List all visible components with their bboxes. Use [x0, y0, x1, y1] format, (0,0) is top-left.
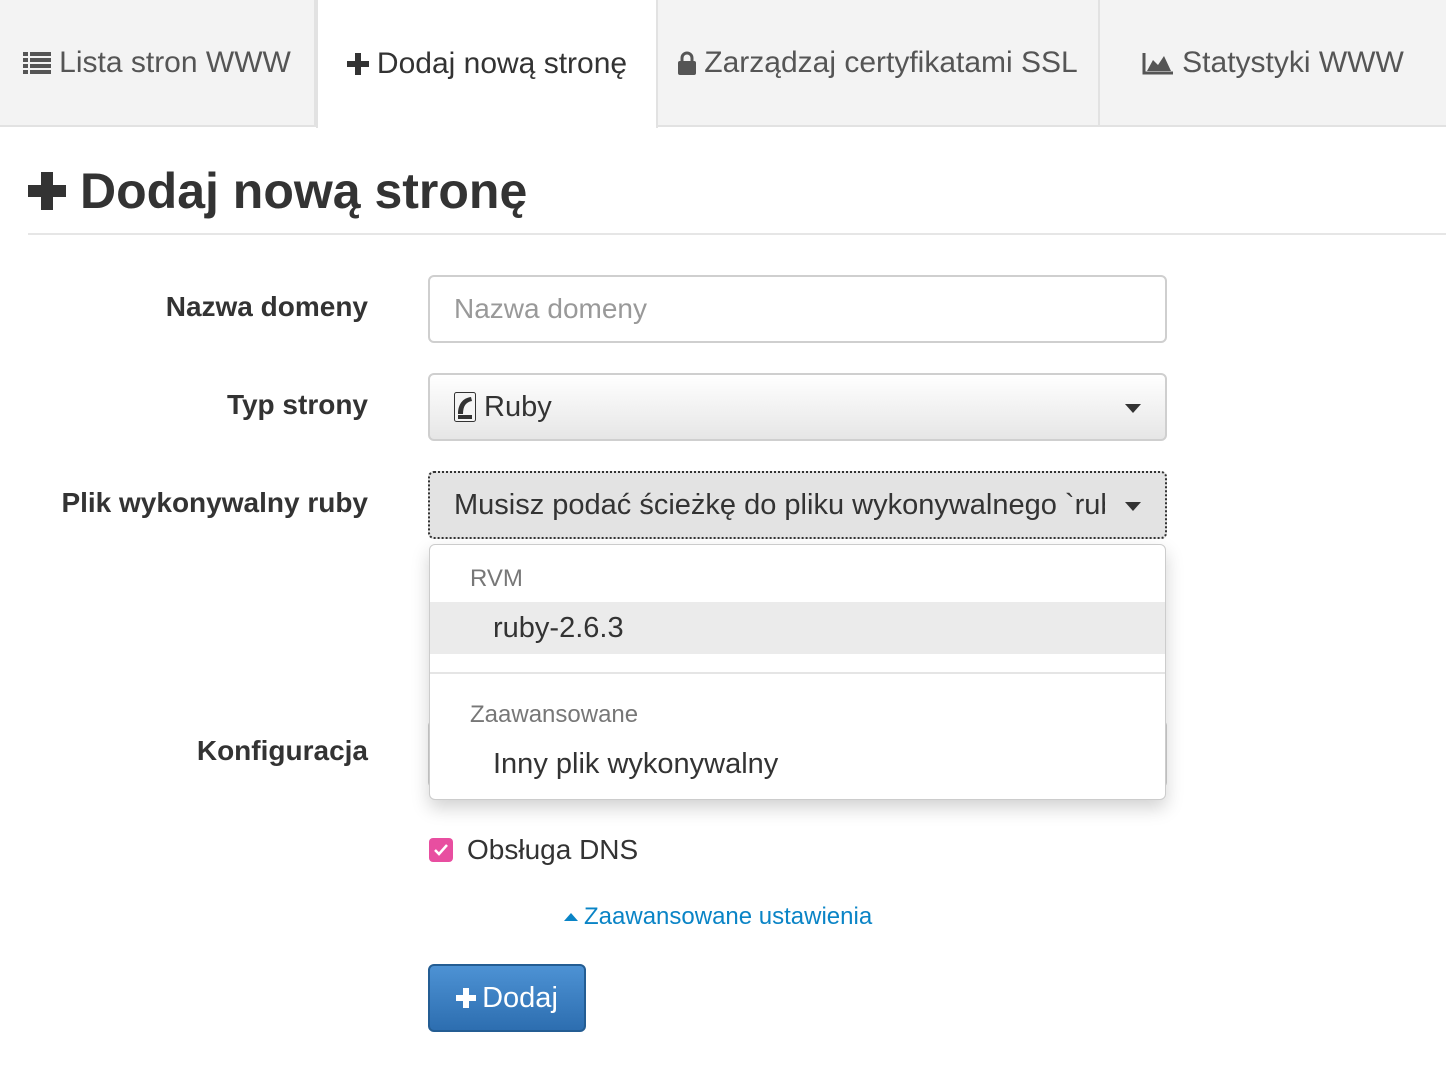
- tab-site-list[interactable]: Lista stron WWW: [0, 0, 316, 127]
- add-button[interactable]: Dodaj: [428, 964, 586, 1032]
- page-title: Dodaj nową stronę: [28, 162, 527, 220]
- tab-bar: Lista stron WWW Dodaj nową stronę Zarząd…: [0, 0, 1446, 128]
- tab-add-site-label: Dodaj nową stronę: [376, 47, 628, 80]
- tab-www-stats[interactable]: Statystyki WWW: [1100, 0, 1446, 127]
- rails-icon: [454, 392, 476, 422]
- ruby-exec-value: Musisz podać ścieżkę do pliku wykonywaln…: [454, 488, 1105, 521]
- chevron-down-icon: [1125, 502, 1141, 511]
- advanced-settings-label: Zaawansowane ustawienia: [584, 903, 873, 930]
- title-divider: [28, 233, 1446, 235]
- site-type-value: Ruby: [484, 390, 552, 423]
- dropdown-option[interactable]: ruby-2.6.3: [430, 602, 1165, 654]
- plus-icon: [28, 172, 66, 210]
- tab-www-stats-label: Statystyki WWW: [1182, 45, 1404, 79]
- dns-checkbox-label: Obsługa DNS: [467, 834, 639, 865]
- tab-site-list-label: Lista stron WWW: [59, 45, 291, 79]
- tab-add-site[interactable]: Dodaj nową stronę: [316, 0, 658, 128]
- list-icon: [23, 51, 52, 74]
- check-icon: [434, 844, 448, 856]
- ruby-exec-select[interactable]: Musisz podać ścieżkę do pliku wykonywaln…: [428, 471, 1167, 539]
- ruby-exec-label: Plik wykonywalny ruby: [61, 487, 368, 518]
- caret-up-icon: [564, 913, 578, 921]
- area-chart-icon: [1142, 51, 1174, 75]
- plus-icon: [346, 53, 369, 75]
- page-title-text: Dodaj nową stronę: [80, 163, 528, 219]
- tab-ssl-certificates-label: Zarządzaj certyfikatami SSL: [704, 45, 1078, 79]
- add-button-label: Dodaj: [482, 981, 558, 1014]
- site-type-select[interactable]: Ruby: [428, 373, 1167, 441]
- config-label: Konfiguracja: [196, 735, 368, 766]
- dropdown-divider: [430, 672, 1165, 674]
- tab-ssl-certificates[interactable]: Zarządzaj certyfikatami SSL: [658, 0, 1100, 127]
- advanced-settings-link[interactable]: Zaawansowane ustawienia: [564, 903, 872, 931]
- plus-icon: [456, 988, 477, 1008]
- domain-input[interactable]: [428, 275, 1167, 343]
- dns-checkbox-row: Obsługa DNS: [429, 834, 638, 866]
- dropdown-option[interactable]: Inny plik wykonywalny: [430, 738, 1165, 790]
- ruby-exec-dropdown: RVM ruby-2.6.3 Zaawansowane Inny plik wy…: [429, 544, 1166, 800]
- dropdown-group-header: RVM: [470, 565, 523, 592]
- dns-checkbox[interactable]: [429, 838, 453, 862]
- site-type-label: Typ strony: [226, 389, 368, 420]
- chevron-down-icon: [1125, 404, 1141, 413]
- lock-icon: [678, 51, 697, 75]
- domain-label: Nazwa domeny: [165, 291, 368, 322]
- dropdown-group-header: Zaawansowane: [470, 701, 639, 728]
